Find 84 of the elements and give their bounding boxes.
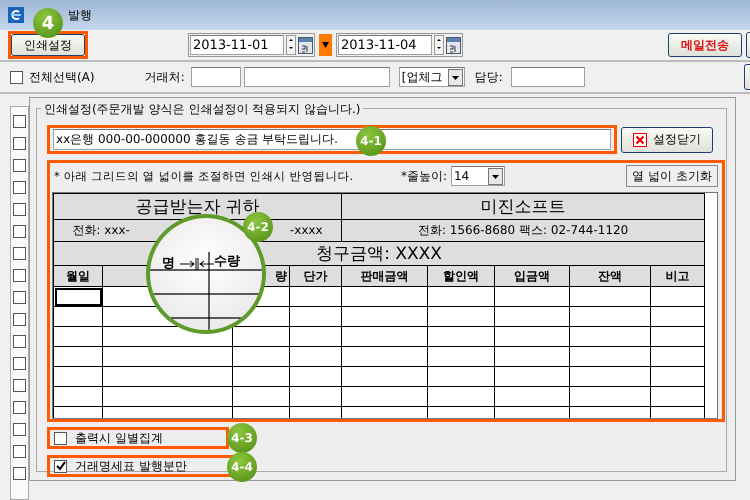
- calendar-icon: [298, 36, 313, 54]
- group-title: 인쇄설정(주문개발 양식은 인쇄설정이 적용되지 않습니다.): [41, 101, 364, 118]
- hint-text: * 아래 그리드의 열 넓이를 조절하면 인쇄시 반영됩니다.: [54, 168, 353, 184]
- checkbox[interactable]: [54, 460, 67, 472]
- checkbox[interactable]: [13, 115, 26, 128]
- date-field[interactable]: 2013-11-01: [190, 35, 284, 55]
- spin-arrows-icon: [287, 36, 295, 52]
- table-cell: [232, 366, 290, 386]
- checkbox[interactable]: [13, 401, 26, 414]
- table-cell: [290, 346, 342, 366]
- checkbox[interactable]: [13, 313, 26, 326]
- contact-text: -xxxx: [290, 223, 323, 237]
- dropdown-value: 14: [454, 169, 470, 183]
- checkbox[interactable]: [13, 357, 26, 370]
- table-header: 미진소프트: [342, 194, 705, 220]
- column-header[interactable]: 판매금액: [360, 268, 409, 284]
- check-icon: [56, 461, 66, 471]
- reset-width-button[interactable]: 열 넓이 초기화: [626, 165, 718, 187]
- close-settings-button[interactable]: 설정닫기: [621, 126, 713, 152]
- dropdown[interactable]: [업체그: [398, 67, 465, 87]
- checkbox[interactable]: [10, 70, 23, 84]
- checkbox[interactable]: [13, 247, 26, 260]
- table-cell: [428, 386, 495, 406]
- spin-buttons[interactable]: [286, 35, 296, 55]
- spin-buttons[interactable]: [434, 35, 444, 55]
- column-header[interactable]: 할인액: [443, 268, 480, 284]
- checkbox[interactable]: [54, 432, 67, 444]
- checkbox[interactable]: [13, 423, 26, 436]
- checkbox[interactable]: [13, 181, 26, 194]
- table-cell: [650, 326, 705, 346]
- table-cell: [428, 326, 495, 346]
- table-cell: [290, 366, 342, 386]
- window-title: 발행: [68, 6, 92, 24]
- column-header[interactable]: 입금액: [514, 268, 550, 284]
- table-cell: 전화: 1566-8680 팩스: 02-744-1120: [342, 220, 705, 242]
- checkbox[interactable]: [13, 203, 26, 216]
- checkbox[interactable]: [13, 159, 26, 172]
- input-field[interactable]: [510, 67, 585, 87]
- table-cell: [232, 346, 290, 366]
- close-icon: [633, 132, 647, 146]
- checkbox[interactable]: [13, 291, 26, 304]
- dropdown[interactable]: 14: [451, 166, 506, 186]
- table-cell: [428, 366, 495, 386]
- date-field[interactable]: 2013-11-04: [338, 35, 432, 55]
- checkbox[interactable]: [13, 137, 26, 150]
- table-cell: [650, 306, 705, 326]
- table-cell: [232, 326, 290, 346]
- checkbox[interactable]: [13, 379, 26, 392]
- table-cell: [428, 306, 495, 326]
- column-header[interactable]: 비고: [666, 268, 690, 284]
- column-header[interactable]: 단가: [304, 268, 328, 284]
- table-cell: [290, 386, 342, 406]
- column-header[interactable]: 잔액: [598, 268, 622, 284]
- field-label: *줄높이:: [401, 168, 448, 184]
- input-field[interactable]: [244, 67, 390, 87]
- table-cell: [650, 346, 705, 366]
- calendar-icon: [446, 36, 461, 54]
- column-header[interactable]: 월일: [66, 268, 90, 284]
- table-cell: [428, 346, 495, 366]
- dropdown-value: [업체그: [402, 68, 442, 86]
- column-header[interactable]: 량: [275, 268, 287, 284]
- spin-arrows-icon: [435, 36, 443, 52]
- checkbox[interactable]: [13, 269, 26, 282]
- checkbox[interactable]: [13, 335, 26, 348]
- checkbox-label: 전체선택(A): [29, 68, 95, 86]
- resize-arrows-icon: [180, 258, 214, 270]
- table-cell: [290, 326, 342, 346]
- checkbox[interactable]: [13, 225, 26, 238]
- table-cell: [232, 386, 290, 406]
- contact-text: 전화: xxx-: [72, 223, 130, 237]
- checkbox-label: 출력시 일별집계: [75, 430, 163, 446]
- field-label: 거래처:: [144, 68, 185, 86]
- field-label: 담당:: [474, 68, 503, 86]
- table-cell: [650, 366, 705, 386]
- mail-send-button[interactable]: 메일전송: [668, 33, 742, 57]
- checkbox[interactable]: [13, 467, 26, 480]
- table-cell: [290, 306, 342, 326]
- checkbox-label: 거래명세표 발행분만: [75, 458, 187, 474]
- table-cell: [650, 386, 705, 406]
- checkbox[interactable]: [13, 445, 26, 458]
- app-icon: [8, 7, 24, 23]
- table-header: 공급받는자 귀하: [54, 194, 342, 220]
- print-settings-button[interactable]: 인쇄설정: [11, 34, 85, 56]
- input-field[interactable]: [190, 67, 241, 87]
